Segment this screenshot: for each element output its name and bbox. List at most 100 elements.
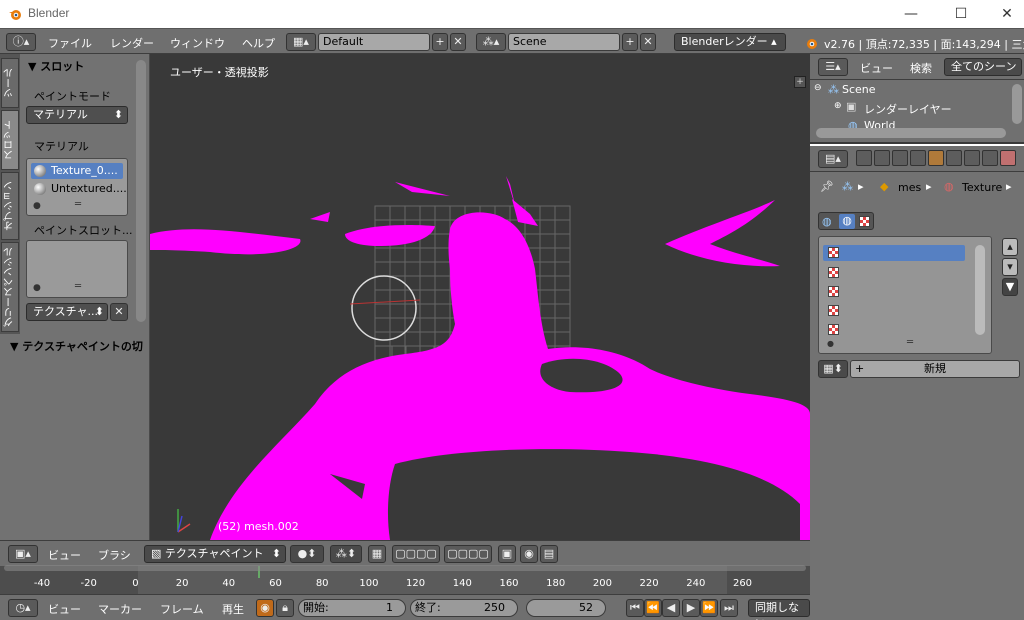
move-down-icon[interactable]: ▾ <box>1002 258 1018 276</box>
list-resize-icon[interactable]: ● <box>33 201 41 211</box>
end-frame-field[interactable]: 終了: 250 <box>410 599 518 617</box>
lock-camera-icon[interactable]: ▣ <box>498 545 516 563</box>
menu-view[interactable]: ビュー <box>48 601 81 617</box>
texture-unlink-icon[interactable]: ✕ <box>110 303 128 321</box>
list-grip-icon[interactable]: ═ <box>75 281 81 292</box>
menu-file[interactable]: ファイル <box>48 35 92 51</box>
menu-help[interactable]: ヘルプ <box>242 35 275 51</box>
scene-add-icon[interactable]: + <box>622 33 638 51</box>
pin-icon[interactable]: 📌︎ <box>820 180 834 193</box>
constraints-tab-icon[interactable] <box>946 150 962 166</box>
tab-grease-pencil[interactable]: グリースペンシル <box>1 242 19 332</box>
list-grip-icon[interactable]: ═ <box>75 199 81 210</box>
3d-viewport[interactable]: ユーザー・透視投影 (52) mesh.002 + <box>150 54 810 540</box>
clapper-icon[interactable]: ▤ <box>540 545 558 563</box>
editor-type-3d-icon[interactable]: ▣▴ <box>8 545 38 563</box>
texture-browse-icon[interactable]: ▦⬍ <box>818 360 848 378</box>
render-layers-tab-icon[interactable] <box>874 150 890 166</box>
play-reverse-icon[interactable]: ◀ <box>662 599 680 617</box>
layout-delete-icon[interactable]: ✕ <box>450 33 466 51</box>
record-icon[interactable]: ◉ <box>256 599 274 617</box>
tab-options[interactable]: オプション <box>1 172 19 240</box>
list-item[interactable] <box>823 265 965 281</box>
tab-slots[interactable]: スロット <box>1 110 19 170</box>
display-mode-select[interactable]: 全てのシーン <box>944 58 1022 76</box>
close-button[interactable]: ✕ <box>984 0 1024 28</box>
paint-mode-select[interactable]: マテリアル ⬍ <box>26 106 128 124</box>
jump-end-icon[interactable]: ⏭ <box>720 599 738 617</box>
specials-menu-icon[interactable]: ▼ <box>1002 278 1018 296</box>
jump-next-key-icon[interactable]: ⏩ <box>700 599 718 617</box>
move-up-icon[interactable]: ▴ <box>1002 238 1018 256</box>
timeline-scrollbar[interactable] <box>4 565 806 571</box>
layers-group-2[interactable]: ▢▢▢▢ <box>444 545 492 563</box>
modifiers-tab-icon[interactable] <box>964 150 980 166</box>
outliner-hscrollbar[interactable] <box>816 128 1006 138</box>
jump-prev-key-icon[interactable]: ⏪ <box>644 599 662 617</box>
menu-view[interactable]: ビュー <box>48 547 81 563</box>
start-frame-field[interactable]: 開始: 1 <box>298 599 406 617</box>
menu-render[interactable]: レンダー <box>110 35 154 51</box>
scene-delete-icon[interactable]: ✕ <box>640 33 656 51</box>
list-item-selected[interactable]: Texture_0.... <box>31 163 123 179</box>
collapse-icon[interactable]: ⊖ <box>814 83 822 93</box>
list-scrollbar[interactable] <box>975 245 985 335</box>
other-texture-icon[interactable] <box>859 216 870 227</box>
editor-type-info-icon[interactable]: ⓘ▴ <box>6 33 36 51</box>
render-preview-icon[interactable]: ◉ <box>520 545 538 563</box>
list-resize-icon[interactable]: ● <box>827 339 834 348</box>
lock-icon[interactable]: 🔒︎ <box>276 599 294 617</box>
list-resize-icon[interactable]: ● <box>33 283 41 293</box>
timeline[interactable]: -40 -20 0 20 40 60 80 100 120 140 160 180 200 220 240 2… <box>0 565 810 594</box>
layers-group-1[interactable]: ▢▢▢▢ <box>392 545 440 563</box>
tab-tools[interactable]: ツール <box>1 58 19 108</box>
menu-search[interactable]: 検索 <box>910 60 932 76</box>
world-texture-icon[interactable]: ◍ <box>822 215 832 228</box>
list-item-selected[interactable] <box>823 245 965 261</box>
object-tab-icon[interactable] <box>928 150 944 166</box>
outliner-row[interactable]: ⊖ ⁂ Scene <box>814 82 1004 98</box>
editor-type-outliner-icon[interactable]: ☰▴ <box>818 58 848 76</box>
editor-type-timeline-icon[interactable]: ◷▴ <box>8 599 38 617</box>
shading-select-icon[interactable]: ●⬍ <box>290 545 324 563</box>
maximize-button[interactable]: ☐ <box>938 0 984 28</box>
list-item[interactable] <box>823 284 965 300</box>
mask-toggle-icon[interactable]: ▦ <box>368 545 386 563</box>
play-icon[interactable]: ▶ <box>682 599 700 617</box>
new-texture-button[interactable]: + 新規 <box>850 360 1020 378</box>
world-tab-icon[interactable] <box>910 150 926 166</box>
menu-brush[interactable]: ブラシ <box>98 547 131 563</box>
editor-type-properties-icon[interactable]: ▤▴ <box>818 150 848 168</box>
outliner-row[interactable]: ◍ World <box>846 118 966 128</box>
outliner-vscrollbar[interactable] <box>1012 84 1022 124</box>
outliner-row[interactable]: ⊕ ▣ レンダーレイヤー <box>834 100 1014 116</box>
scene-name-field[interactable]: Scene <box>508 33 620 51</box>
pivot-select-icon[interactable]: ⁂⬍ <box>330 545 362 563</box>
layout-name-field[interactable]: Default <box>318 33 430 51</box>
properties-toggle-plus-icon[interactable]: + <box>794 76 806 88</box>
list-item[interactable] <box>823 322 965 338</box>
menu-window[interactable]: ウィンドウ <box>170 35 225 51</box>
menu-frame[interactable]: フレーム <box>160 601 204 617</box>
expand-icon[interactable]: ⊕ <box>834 101 842 111</box>
scene-tab-icon[interactable] <box>892 150 908 166</box>
data-tab-icon[interactable] <box>982 150 998 166</box>
mode-select[interactable]: ▧ テクスチャペイント ⬍ <box>144 545 286 563</box>
menu-view[interactable]: ビュー <box>860 60 893 76</box>
current-frame-field[interactable]: 52 <box>526 599 606 617</box>
menu-marker[interactable]: マーカー <box>98 601 142 617</box>
shelf-scrollbar[interactable] <box>136 60 146 322</box>
sync-mode-select[interactable]: 同期しない <box>748 599 810 620</box>
list-grip-icon[interactable]: ═ <box>907 337 913 348</box>
render-tab-icon[interactable] <box>856 150 872 166</box>
jump-start-icon[interactable]: ⏮ <box>626 599 644 617</box>
texture-select[interactable]: テクスチャ... ⬍ <box>26 303 108 321</box>
layout-add-icon[interactable]: + <box>432 33 448 51</box>
minimize-button[interactable]: — <box>888 0 934 28</box>
slots-panel-title[interactable]: ▼ スロット <box>28 58 84 74</box>
material-texture-icon[interactable]: ◍ <box>839 214 855 229</box>
layout-browse-icon[interactable]: ▦▴ <box>286 33 316 51</box>
menu-playback[interactable]: 再生 <box>222 601 244 617</box>
material-tab-icon[interactable] <box>1000 150 1016 166</box>
render-engine-select[interactable]: Blenderレンダー ▴ <box>674 33 786 51</box>
